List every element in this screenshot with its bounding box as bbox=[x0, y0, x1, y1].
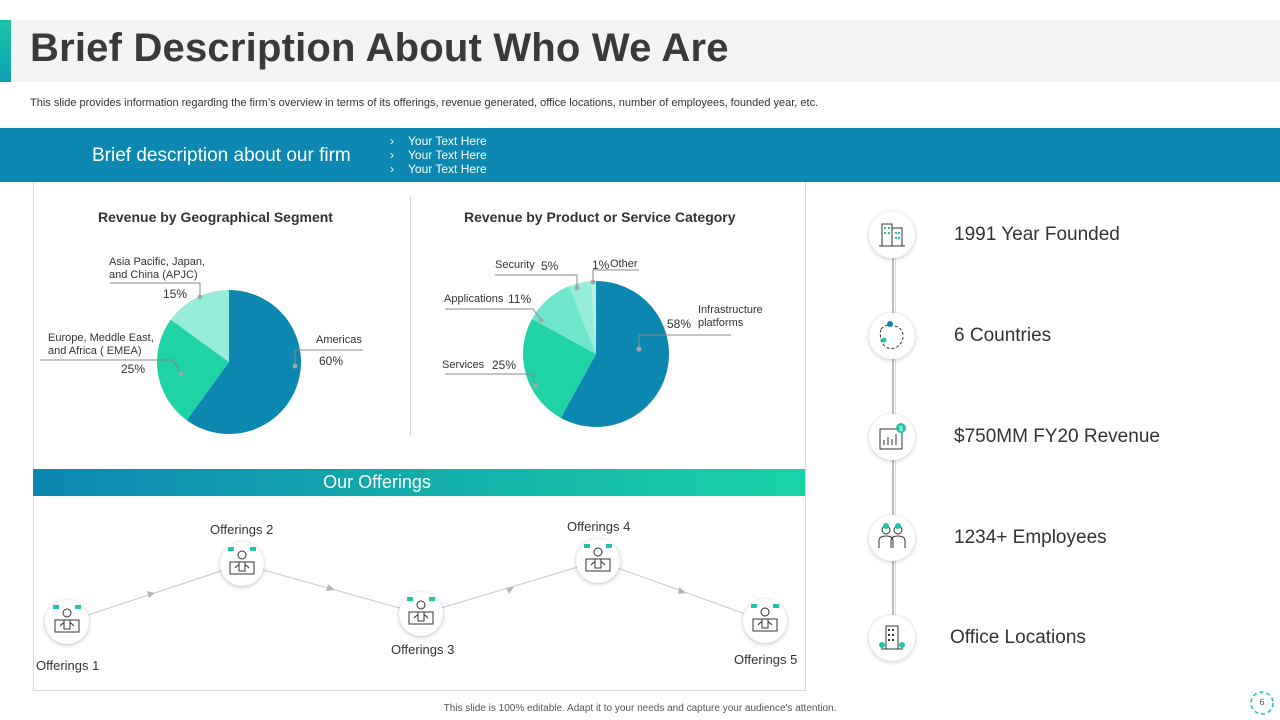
banner-title: Brief description about our firm bbox=[92, 145, 351, 166]
path-arrow bbox=[147, 591, 155, 598]
leader-dot-other bbox=[590, 279, 596, 285]
stat-employees: 1234+ Employees bbox=[954, 527, 1107, 548]
leader-dot-americas bbox=[292, 363, 298, 369]
slice-label-other: Other bbox=[610, 258, 638, 270]
offering-2-icon-circle[interactable] bbox=[220, 542, 264, 586]
offerings-title: Our Offerings bbox=[323, 472, 431, 492]
slide-subtitle: This slide provides information regardin… bbox=[30, 97, 819, 109]
offering-label: Offerings 3 bbox=[391, 642, 455, 657]
map-icon bbox=[869, 313, 915, 359]
offering-person-icon bbox=[584, 544, 612, 572]
slice-label-infrastructure: Infrastructure platforms bbox=[698, 304, 763, 329]
slice-value-applications: 11% bbox=[508, 292, 532, 306]
leader-dot-emea bbox=[178, 371, 184, 377]
offering-person-icon bbox=[751, 604, 779, 632]
path-arrow bbox=[326, 584, 335, 591]
offering-person-icon bbox=[407, 597, 435, 625]
revenue-chart-icon: $ bbox=[869, 414, 915, 460]
path-arrow bbox=[506, 587, 514, 594]
offering-3-icon-circle[interactable] bbox=[399, 592, 443, 636]
banner-bullet: › Your Text Here bbox=[390, 162, 487, 176]
svg-text:$: $ bbox=[899, 426, 903, 433]
offering-person-icon bbox=[228, 547, 256, 575]
leader-dot-infrastructure bbox=[636, 346, 642, 352]
stat-revenue: $750MM FY20 Revenue bbox=[954, 426, 1160, 447]
office-building-icon bbox=[869, 615, 915, 661]
title-accent bbox=[0, 20, 11, 82]
offering-label: Offerings 1 bbox=[36, 658, 100, 673]
slice-label-services: Services bbox=[442, 359, 485, 371]
slice-label-applications: Applications bbox=[444, 293, 504, 305]
slice-label-emea: Europe, Meddle East, and Africa ( EMEA) bbox=[48, 332, 154, 357]
slice-value-americas: 60% bbox=[319, 354, 344, 368]
leader-line-security bbox=[495, 274, 578, 288]
offering-5-icon-circle[interactable] bbox=[743, 599, 787, 643]
offering-label: Offerings 2 bbox=[210, 522, 274, 537]
offering-4-icon-circle[interactable] bbox=[576, 539, 620, 583]
footer-note: This slide is 100% editable. Adapt it to… bbox=[443, 703, 837, 714]
leader-dot-apjc bbox=[197, 294, 203, 300]
page-number: 6 bbox=[1259, 697, 1265, 707]
leader-dot-security bbox=[574, 285, 580, 291]
slice-value-emea: 25% bbox=[121, 362, 146, 376]
stat-year-founded: 1991 Year Founded bbox=[954, 224, 1120, 245]
slice-label-security: Security bbox=[495, 259, 535, 271]
leader-dot-applications bbox=[538, 317, 544, 323]
slice-value-services: 25% bbox=[492, 358, 517, 372]
offering-1-icon-circle[interactable] bbox=[45, 600, 89, 644]
banner-bullet: › Your Text Here bbox=[390, 148, 487, 162]
banner-bullet: › Your Text Here bbox=[390, 134, 487, 148]
geo-pie-chart bbox=[40, 282, 363, 434]
leader-line-applications bbox=[445, 308, 542, 321]
offering-label: Offerings 4 bbox=[567, 519, 631, 534]
stat-countries: 6 Countries bbox=[954, 325, 1052, 346]
employees-icon bbox=[869, 515, 915, 561]
building-icon bbox=[869, 212, 915, 258]
leader-line-services bbox=[445, 373, 536, 387]
slice-label-apjc: Asia Pacific, Japan, and China (APJC) bbox=[109, 256, 205, 281]
stat-office-locations: Office Locations bbox=[950, 627, 1086, 648]
slice-value-other: 1% bbox=[592, 258, 610, 272]
leader-dot-services bbox=[532, 383, 538, 389]
offering-person-icon bbox=[53, 605, 81, 633]
slice-value-apjc: 15% bbox=[163, 287, 188, 301]
slice-value-infrastructure: 58% bbox=[667, 317, 692, 331]
pie-slices-category bbox=[523, 281, 669, 427]
path-arrow bbox=[678, 587, 686, 594]
pie-slices-geo bbox=[157, 290, 301, 434]
slice-value-security: 5% bbox=[541, 259, 559, 273]
slice-label-americas: Americas bbox=[316, 334, 362, 346]
offering-label: Offerings 5 bbox=[734, 652, 798, 667]
page-title: Brief Description About Who We Are bbox=[30, 26, 729, 70]
